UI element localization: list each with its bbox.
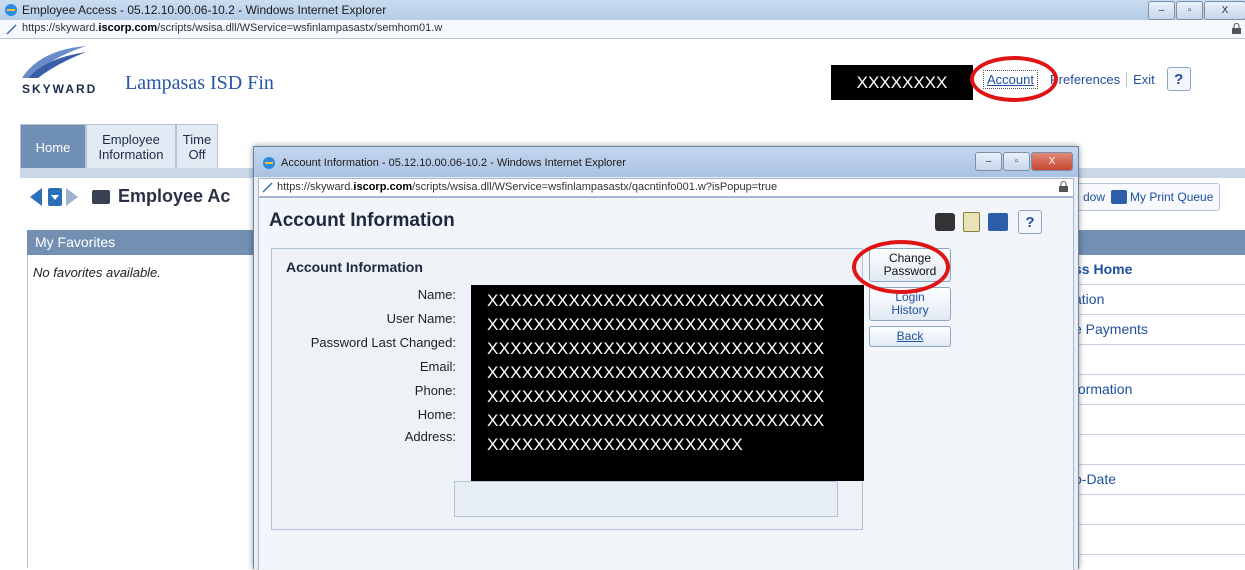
address-url[interactable]: https://skyward.iscorp.com/scripts/wsisa…	[22, 22, 442, 34]
change-password-highlight-ring	[852, 240, 950, 294]
popup-maximize-button[interactable]: ▫	[1003, 152, 1030, 171]
right-item-formation[interactable]: formation	[1072, 375, 1245, 405]
right-item-blank-5	[1072, 525, 1245, 555]
popup-address-url[interactable]: https://skyward.iscorp.com/scripts/wsisa…	[277, 181, 777, 193]
popup-help-button[interactable]: ?	[1018, 210, 1042, 234]
address-bar[interactable]: https://skyward.iscorp.com/scripts/wsisa…	[0, 20, 1245, 39]
new-window-link[interactable]: dow	[1083, 190, 1105, 204]
popup-close-button[interactable]: X	[1031, 152, 1073, 171]
maximize-button[interactable]: ▫	[1176, 1, 1203, 20]
redacted-address: XXXXXXXXXXXXXXXXXXXXXX	[487, 435, 744, 454]
redacted-phone: XXXXXXXXXXXXXXXXXXXXXXXXXXXXX	[487, 387, 825, 406]
page-title: Employee Ac	[118, 186, 231, 206]
redacted-username: XXXXXXXX	[831, 65, 973, 100]
address-field	[454, 481, 838, 517]
redacted-email: XXXXXXXXXXXXXXXXXXXXXXXXXXXXX	[487, 363, 825, 382]
right-item-payments[interactable]: e Payments	[1072, 315, 1245, 345]
back-arrow-icon[interactable]	[30, 187, 42, 206]
account-highlight-ring	[970, 56, 1058, 102]
internet-explorer-icon	[263, 157, 275, 169]
redacted-password-date: XXXXXXXXXXXXXXXXXXXXXXXXXXXXX	[487, 339, 825, 358]
right-item-to-date[interactable]: o-Date	[1072, 465, 1245, 495]
right-item-home[interactable]: ss Home	[1072, 255, 1245, 285]
browser-title: Employee Access - 05.12.10.00.06-10.2 - …	[22, 3, 387, 17]
print-icon[interactable]	[988, 213, 1008, 231]
label-username: User Name:	[386, 311, 456, 326]
print-links: dow My Print Queue	[1076, 183, 1221, 211]
lock-icon	[1059, 181, 1068, 192]
popup-title-bar: Account Information - 05.12.10.00.06-10.…	[254, 147, 1078, 177]
right-item-information[interactable]: ation	[1072, 285, 1245, 315]
minimize-button[interactable]: –	[1148, 1, 1175, 20]
brand-wordmark: SKYWARD	[22, 82, 98, 96]
favorites-panel	[27, 255, 266, 568]
right-panel-list: ss Home ation e Payments formation o-Dat…	[1072, 255, 1245, 568]
window-controls: – ▫ X	[1147, 1, 1245, 20]
label-address: Address:	[404, 429, 456, 444]
browser-title-bar: Employee Access - 05.12.10.00.06-10.2 - …	[0, 0, 1245, 21]
redacted-values: XXXXXXXXXXXXXXXXXXXXXXXXXXXXX XXXXXXXXXX…	[471, 285, 864, 481]
popup-toolbar: ?	[931, 208, 1071, 236]
popup-body: Account Information ? Account Informatio…	[258, 197, 1074, 570]
redacted-home: XXXXXXXXXXXXXXXXXXXXXXXXXXXXX	[487, 411, 825, 430]
help-button[interactable]: ?	[1166, 67, 1191, 91]
close-button[interactable]: X	[1204, 1, 1245, 20]
dropdown-menu-icon[interactable]	[48, 187, 62, 206]
printer-icon	[1111, 190, 1128, 204]
tab-home[interactable]: Home	[20, 124, 86, 169]
redacted-name: XXXXXXXXXXXXXXXXXXXXXXXXXXXXX	[487, 291, 825, 310]
label-name: Name:	[417, 287, 456, 302]
camera-icon[interactable]	[935, 213, 955, 231]
right-item-blank-2	[1072, 405, 1245, 435]
lock-icon	[1232, 23, 1241, 34]
forward-arrow-icon[interactable]	[66, 187, 78, 206]
copy-icon[interactable]	[963, 212, 980, 232]
right-item-blank-4	[1072, 495, 1245, 525]
redacted-username-value: XXXXXXXXXXXXXXXXXXXXXXXXXXXXX	[487, 315, 825, 334]
account-info-group: Account Information Name: User Name: Pas…	[271, 248, 864, 530]
favorites-header: My Favorites	[27, 230, 265, 255]
popup-minimize-button[interactable]: –	[975, 152, 1002, 171]
tab-time-off[interactable]: Time Off	[176, 124, 218, 169]
label-email: Email:	[419, 359, 456, 374]
favorites-empty-message: No favorites available.	[33, 265, 161, 280]
right-item-blank-3	[1072, 435, 1245, 465]
right-panel-header	[1072, 230, 1245, 255]
district-name: Lampasas ISD Fin	[125, 72, 274, 94]
right-item-blank-1	[1072, 345, 1245, 375]
account-information-popup: Account Information - 05.12.10.00.06-10.…	[253, 146, 1079, 570]
skyward-logo: SKYWARD	[20, 44, 95, 96]
briefcase-icon	[92, 189, 110, 204]
label-password-changed: Password Last Changed:	[310, 335, 456, 350]
back-button[interactable]: Back	[869, 326, 951, 347]
exit-link[interactable]: Exit	[1127, 72, 1161, 87]
breadcrumb: Employee Ac	[30, 186, 230, 207]
signal-icon	[262, 182, 273, 193]
skyward-swoosh-icon	[22, 46, 86, 78]
print-queue-link[interactable]: My Print Queue	[1130, 190, 1213, 204]
tab-employee-information[interactable]: Employee Information	[86, 124, 176, 169]
popup-window-controls: – ▫ X	[974, 152, 1073, 171]
popup-title: Account Information - 05.12.10.00.06-10.…	[281, 157, 626, 169]
group-title: Account Information	[286, 259, 423, 275]
label-phone: Phone:	[414, 383, 456, 398]
signal-icon	[6, 24, 17, 35]
main-tabs: Home Employee Information Time Off	[20, 124, 218, 169]
popup-heading: Account Information	[269, 210, 455, 231]
popup-address-bar[interactable]: https://skyward.iscorp.com/scripts/wsisa…	[258, 178, 1074, 197]
internet-explorer-icon	[5, 4, 17, 16]
label-home: Home:	[417, 407, 456, 422]
